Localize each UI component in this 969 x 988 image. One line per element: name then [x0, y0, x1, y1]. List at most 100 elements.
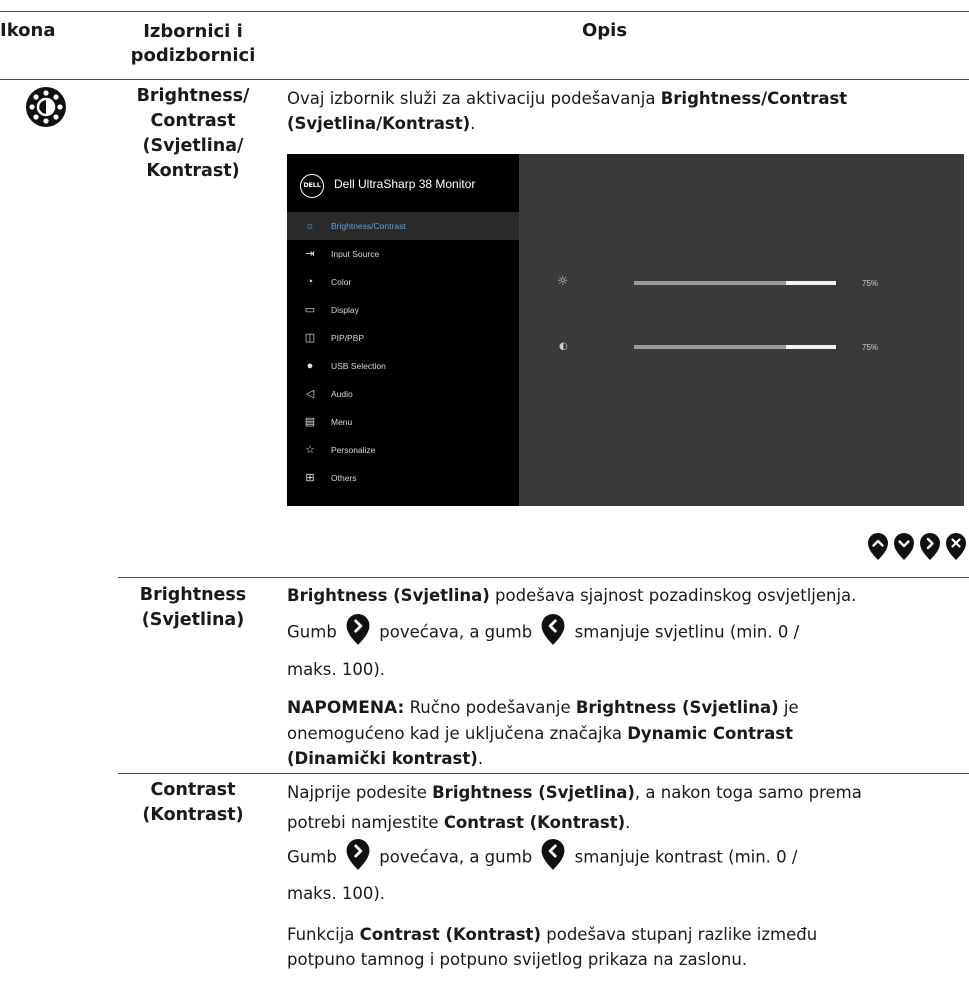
- contrast-p1-bold-1: Brightness (Svjetlina): [432, 783, 635, 802]
- note-label: NAPOMENA:: [287, 698, 405, 718]
- sun-icon: ☼: [304, 220, 316, 232]
- right-icon[interactable]: [919, 533, 941, 561]
- contrast-p1-bold-2: Contrast (Kontrast): [443, 813, 626, 832]
- osd-item-personalize[interactable]: ☆ Personalize: [287, 436, 519, 464]
- contrast-title-line2: (Kontrast): [142, 805, 244, 825]
- osd-item-label: Display: [331, 305, 359, 315]
- note-a: Ručno podešavanje: [404, 698, 576, 717]
- osd-item-pip-pbp[interactable]: ◫ PIP/PBP: [287, 324, 519, 352]
- brightness-p2-c: smanjuje svjetlinu (min. 0 /: [574, 622, 800, 642]
- section-intro: Ovaj izbornik služi za aktivaciju podeša…: [287, 86, 967, 136]
- osd-title-row: DELL Dell UltraSharp 38 Monitor: [287, 154, 519, 214]
- osd-item-label: Color: [331, 277, 352, 287]
- note-bold-3: (Dinamički kontrast): [287, 749, 478, 768]
- intro-post: .: [470, 114, 476, 133]
- audio-icon: ◁: [305, 388, 315, 400]
- contrast-p2-a: Gumb: [287, 847, 337, 867]
- osd-item-display[interactable]: ▭ Display: [287, 296, 519, 324]
- contrast-slider-icon: ◐: [559, 341, 568, 352]
- contrast-p1-a: Najprije podesite: [287, 783, 433, 802]
- header-icon: Ikona: [0, 20, 56, 41]
- pip-icon: ◫: [304, 332, 316, 344]
- dell-logo: DELL: [300, 174, 324, 198]
- header-menus: Izbornici i podizbornici: [118, 20, 268, 68]
- brightness-p2-end: maks. 100).: [287, 660, 386, 679]
- section-title-line3: (Svjetlina/: [142, 136, 244, 156]
- osd-item-label: Others: [331, 473, 357, 483]
- osd-item-label: Input Source: [331, 249, 380, 259]
- right-icon: [346, 614, 370, 645]
- osd-item-label: Brightness/Contrast: [331, 221, 406, 231]
- right-icon: [346, 839, 370, 870]
- brightness-slider-fill: [634, 281, 786, 285]
- close-icon[interactable]: [945, 533, 967, 561]
- contrast-slider[interactable]: [634, 345, 836, 349]
- row-rule-2: [118, 773, 969, 774]
- up-icon[interactable]: [867, 533, 889, 561]
- contrast-p3-b: podešava stupanj razlike između: [541, 925, 818, 944]
- contrast-slider-fill: [634, 345, 786, 349]
- brightness-value: 75%: [862, 279, 879, 288]
- brightness-p2: Gumb povećava, a gumb smanjuje svjetlinu…: [287, 614, 967, 649]
- contrast-p2-b: povećava, a gumb: [379, 847, 533, 867]
- osd-menu: DELL Dell UltraSharp 38 Monitor ☼ Bright…: [287, 154, 519, 506]
- osd-item-color[interactable]: ◔ Color: [287, 268, 519, 296]
- header-desc: Opis: [582, 20, 628, 41]
- note-b: je: [778, 698, 799, 717]
- note-bold-2: Dynamic Contrast: [627, 724, 793, 743]
- row-rule-1: [118, 577, 969, 578]
- osd-item-input-source[interactable]: ⇥ Input Source: [287, 240, 519, 268]
- brightness-contrast-icon: [26, 87, 66, 127]
- header-menus-text: Izbornici i podizbornici: [130, 21, 256, 66]
- contrast-p1: Najprije podesite Brightness (Svjetlina)…: [287, 778, 967, 838]
- osd-item-audio[interactable]: ◁ Audio: [287, 380, 519, 408]
- osd-item-others[interactable]: ⊞ Others: [287, 464, 519, 492]
- others-icon: ⊞: [305, 472, 315, 484]
- osd-item-brightness-contrast[interactable]: ☼ Brightness/Contrast: [287, 212, 519, 240]
- contrast-p1-b: , a nakon toga samo prema: [634, 783, 862, 802]
- contrast-p3-bold: Contrast (Kontrast): [359, 925, 541, 944]
- osd-item-label: Personalize: [331, 445, 376, 455]
- osd-title: Dell UltraSharp 38 Monitor: [334, 177, 476, 191]
- brightness-p2-b: povećava, a gumb: [379, 622, 533, 642]
- intro-bold-2: (Svjetlina/Kontrast): [287, 114, 471, 133]
- brightness-p1-rest: podešava sjajnost pozadinskog osvjetljen…: [489, 586, 857, 605]
- osd-item-label: Menu: [331, 417, 353, 427]
- brightness-p1-bold: Brightness (Svjetlina): [287, 586, 490, 605]
- intro-pre: Ovaj izbornik služi za aktivaciju podeša…: [287, 89, 661, 108]
- contrast-p1-end: .: [625, 813, 631, 832]
- brightness-slider-icon: ☼: [557, 274, 569, 289]
- contrast-p3-c: potpuno tamnog i potpuno svijetlog prika…: [287, 950, 748, 969]
- section-title-line1: Brightness/: [136, 86, 250, 106]
- brightness-title-line1: Brightness: [139, 585, 247, 605]
- display-icon: ▭: [304, 304, 316, 316]
- top-rule: [0, 11, 969, 12]
- contrast-row-title: Contrast (Kontrast): [118, 778, 268, 828]
- contrast-p3: Funkcija Contrast (Kontrast) podešava st…: [287, 922, 967, 972]
- osd-item-usb-selection[interactable]: ● USB Selection: [287, 352, 519, 380]
- input-icon: ⇥: [305, 248, 315, 260]
- osd-item-label: Audio: [331, 389, 353, 399]
- header-rule: [0, 79, 969, 80]
- osd-item-menu[interactable]: ▤ Menu: [287, 408, 519, 436]
- down-icon[interactable]: [893, 533, 915, 561]
- menu-icon: ▤: [304, 416, 316, 428]
- contrast-p2-end: maks. 100).: [287, 884, 386, 903]
- osd-item-label: PIP/PBP: [331, 333, 365, 343]
- contrast-title-line1: Contrast: [150, 780, 236, 800]
- section-title-line2: Contrast: [150, 111, 236, 131]
- brightness-p1: Brightness (Svjetlina) podešava sjajnost…: [287, 583, 967, 608]
- section-title: Brightness/ Contrast (Svjetlina/ Kontras…: [118, 84, 268, 184]
- note-bold-1: Brightness (Svjetlina): [575, 698, 779, 717]
- left-icon: [541, 614, 565, 645]
- osd-item-label: USB Selection: [331, 361, 386, 371]
- osd-screenshot: DELL Dell UltraSharp 38 Monitor ☼ Bright…: [287, 154, 964, 506]
- left-icon: [541, 839, 565, 870]
- contrast-value: 75%: [862, 343, 879, 352]
- contrast-p1-c: potrebi namjestite: [287, 813, 444, 832]
- contrast-p2: Gumb povećava, a gumb smanjuje kontrast …: [287, 839, 967, 874]
- star-icon: ☆: [305, 444, 315, 456]
- brightness-slider[interactable]: [634, 281, 836, 285]
- brightness-title-line2: (Svjetlina): [141, 610, 245, 630]
- contrast-p3-a: Funkcija: [287, 925, 360, 944]
